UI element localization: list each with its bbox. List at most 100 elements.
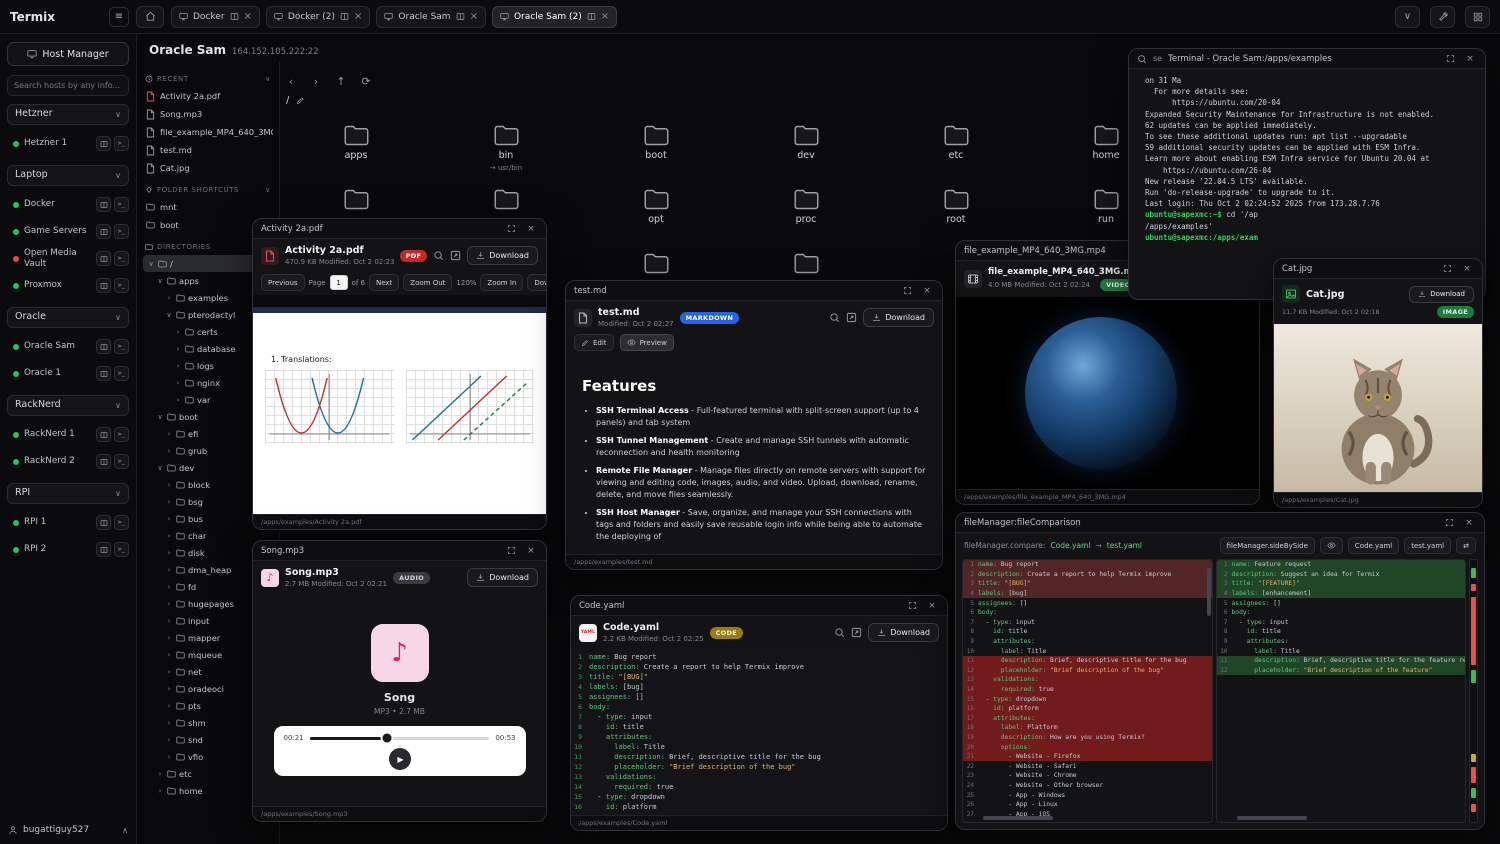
close-tab-icon[interactable]: ×	[601, 11, 609, 22]
refresh-button[interactable]: ⟳	[358, 73, 374, 89]
file-a-button[interactable]: Code.yaml	[1348, 537, 1399, 554]
search-icon[interactable]	[829, 312, 840, 323]
close-icon[interactable]: ×	[920, 284, 934, 298]
window-titlebar[interactable]: fileManager:fileComparison ×	[956, 513, 1484, 533]
vertical-scrollbar[interactable]	[1207, 568, 1211, 616]
host-connect-button[interactable]	[96, 278, 111, 293]
horizontal-scrollbar[interactable]	[1237, 816, 1307, 820]
markdown-preview[interactable]: Features SSH Terminal Access - Full-feat…	[566, 355, 942, 554]
grid-folder-item[interactable]: proc	[731, 176, 881, 240]
close-tab-icon[interactable]: ×	[354, 11, 362, 22]
recent-file-item[interactable]: Activity 2a.pdf	[143, 87, 273, 105]
host-terminal-button[interactable]: >_	[114, 251, 129, 266]
edit-button[interactable]: Edit	[574, 334, 614, 351]
host-list-row[interactable]: RackNerd 1 >_	[7, 421, 129, 448]
close-tab-icon[interactable]: ×	[244, 11, 252, 22]
close-icon[interactable]: ×	[1462, 516, 1476, 530]
open-in-panel-icon[interactable]	[450, 250, 461, 261]
shortcut-folder-item[interactable]: mnt	[143, 198, 273, 216]
host-terminal-button[interactable]: >_	[114, 136, 129, 151]
zoom-in-button[interactable]: Zoom In	[480, 274, 523, 291]
host-connect-button[interactable]	[96, 515, 111, 530]
host-list-row[interactable]: RPI ∨ >_	[7, 483, 129, 504]
apps-button[interactable]	[1465, 6, 1490, 28]
host-connect-button[interactable]	[96, 542, 111, 557]
open-in-panel-icon[interactable]	[851, 627, 862, 638]
host-list-row[interactable]: RPI 2 >_	[7, 536, 129, 563]
session-tab[interactable]: Docker (2) ×	[266, 6, 371, 28]
expand-icon[interactable]	[1442, 516, 1456, 530]
download-button[interactable]: Download	[1409, 286, 1474, 303]
forward-button[interactable]: ›	[308, 73, 324, 89]
recent-file-item[interactable]: Cat.jpg	[143, 159, 273, 177]
up-button[interactable]: ↑	[333, 73, 349, 89]
grid-folder-item[interactable]: boot	[581, 112, 731, 176]
tree-directory-item[interactable]: › char	[143, 527, 273, 544]
window-titlebar[interactable]: test.md ×	[566, 281, 942, 301]
grid-folder-item[interactable]: root	[881, 176, 1031, 240]
host-connect-button[interactable]	[96, 136, 111, 151]
diff-minimap[interactable]	[1469, 559, 1478, 823]
recent-file-item[interactable]: file_example_MP4_640_3MG...	[143, 123, 273, 141]
host-terminal-button[interactable]: >_	[114, 278, 129, 293]
window-titlebar[interactable]: Cat.jpg ×	[1274, 259, 1482, 279]
host-list-row[interactable]: Oracle 1 >_	[7, 360, 129, 387]
grid-folder-item[interactable]: dev	[731, 112, 881, 176]
split-view-icon[interactable]	[587, 12, 596, 21]
seek-thumb[interactable]	[382, 734, 391, 743]
back-button[interactable]: ‹	[283, 73, 299, 89]
download-button-truncated[interactable]: Dow	[527, 274, 546, 291]
host-terminal-button[interactable]: >_	[114, 515, 129, 530]
grid-folder-item[interactable]: apps	[281, 112, 431, 176]
open-in-panel-icon[interactable]	[846, 312, 857, 323]
host-list-row[interactable]: Oracle ∨ >_	[7, 307, 129, 328]
split-view-icon[interactable]	[456, 12, 465, 21]
preview-button[interactable]: Preview	[620, 334, 674, 351]
host-list-row[interactable]: Hetzner 1 >_	[7, 130, 129, 157]
updates-button[interactable]: ∨	[1395, 6, 1420, 28]
window-titlebar[interactable]: se Terminal - Oracle Sam:/apps/examples …	[1129, 49, 1485, 69]
split-view-icon[interactable]	[230, 12, 239, 21]
close-icon[interactable]: ×	[1463, 52, 1477, 66]
close-icon[interactable]: ×	[925, 599, 939, 613]
session-tab[interactable]: Oracle Sam (2) ×	[492, 6, 617, 28]
download-button[interactable]: Download	[467, 246, 538, 265]
recent-file-item[interactable]: test.md	[143, 141, 273, 159]
close-icon[interactable]: ×	[524, 544, 538, 558]
diff-pane-right[interactable]: 1 name: Feature request 2 description: S…	[1216, 559, 1467, 823]
host-list-row[interactable]: Hetzner ∨ >_	[7, 104, 129, 125]
visibility-toggle[interactable]	[1320, 537, 1343, 554]
close-icon[interactable]: ×	[524, 222, 538, 236]
host-terminal-button[interactable]: >_	[114, 339, 129, 354]
zoom-out-button[interactable]: Zoom Out	[403, 274, 452, 291]
close-tab-icon[interactable]: ×	[470, 11, 478, 22]
host-list-row[interactable]: Game Servers >_	[7, 218, 129, 245]
horizontal-scrollbar[interactable]	[983, 816, 1053, 820]
search-icon[interactable]	[1137, 54, 1147, 64]
expand-icon[interactable]	[1440, 262, 1454, 276]
download-button[interactable]: Download	[863, 308, 934, 327]
host-connect-button[interactable]	[96, 366, 111, 381]
host-connect-button[interactable]	[96, 339, 111, 354]
window-titlebar[interactable]: Activity 2a.pdf ×	[253, 219, 546, 239]
session-tab[interactable]: Oracle Sam ×	[376, 6, 486, 28]
pdf-canvas[interactable]: 1. Translations:	[253, 295, 546, 514]
host-terminal-button[interactable]: >_	[114, 454, 129, 469]
image-preview[interactable]	[1274, 324, 1482, 492]
search-icon[interactable]	[433, 250, 444, 261]
previous-page-button[interactable]: Previous	[261, 274, 305, 291]
expand-icon[interactable]	[504, 544, 518, 558]
edit-path-icon[interactable]	[296, 96, 305, 105]
session-tab[interactable]: Docker ×	[171, 6, 260, 28]
host-list-row[interactable]: Laptop ∨ >_	[7, 165, 129, 186]
side-by-side-toggle[interactable]: fileManager.sideBySide	[1220, 537, 1315, 554]
expand-icon[interactable]	[504, 222, 518, 236]
window-titlebar[interactable]: Code.yaml ×	[571, 596, 947, 616]
user-menu[interactable]: bugattiguy527 ∧	[8, 825, 128, 835]
grid-folder-item[interactable]: bin → usr/bin	[431, 112, 581, 176]
file-b-button[interactable]: test.yaml	[1404, 537, 1451, 554]
host-terminal-button[interactable]: >_	[114, 427, 129, 442]
admin-tools-button[interactable]	[1430, 6, 1455, 28]
diff-pane-left[interactable]: 1 name: Bug report 2 description: Create…	[962, 559, 1213, 823]
host-list-row[interactable]: Proxmox >_	[7, 272, 129, 299]
